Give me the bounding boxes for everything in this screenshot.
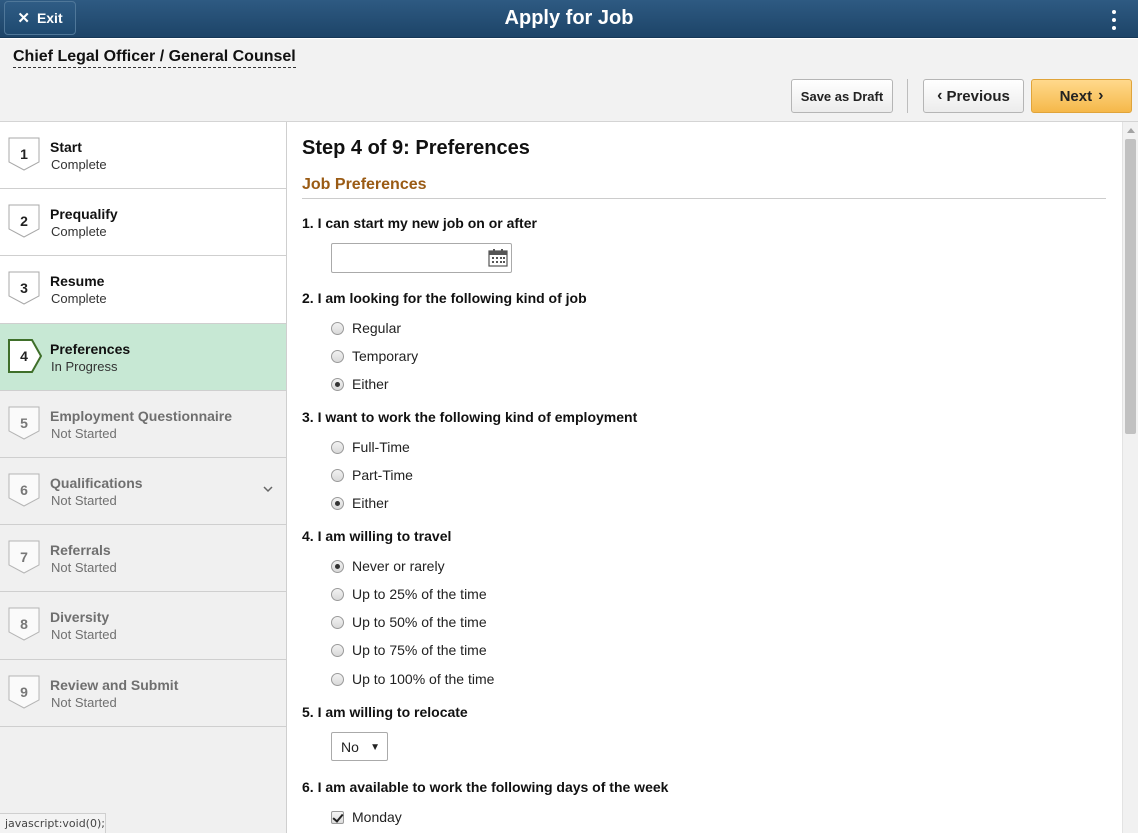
radio-option-25[interactable]: Up to 25% of the time <box>331 584 487 604</box>
radio-option-never[interactable]: Never or rarely <box>331 556 445 576</box>
chevron-left-icon: ‹ <box>937 87 943 104</box>
step-status: Not Started <box>51 627 117 643</box>
step-status: In Progress <box>51 358 118 374</box>
radio-option-temporary[interactable]: Temporary <box>331 346 418 366</box>
step-number-badge: 6 <box>8 473 40 507</box>
step-title: Resume <box>50 273 105 290</box>
start-date-input[interactable] <box>331 243 512 273</box>
question-relocate: 5. I am willing to relocate <box>302 704 468 720</box>
vertical-scrollbar[interactable] <box>1122 122 1138 833</box>
step-title: Qualifications <box>50 474 143 491</box>
radio-option-regular[interactable]: Regular <box>331 318 401 338</box>
step-prequalify[interactable]: 2 Prequalify Complete <box>0 189 286 257</box>
radio-button[interactable] <box>331 643 344 657</box>
step-number-badge-current: 4 <box>8 338 42 373</box>
step-preferences[interactable]: 4 Preferences In Progress <box>0 323 286 391</box>
next-label: Next <box>1059 87 1093 105</box>
question-days-available: 6. I am available to work the following … <box>302 779 669 795</box>
radio-option-either[interactable]: Either <box>331 493 389 513</box>
dropdown-arrow-icon: ▼ <box>370 742 380 753</box>
step-employment-questionnaire[interactable]: 5 Employment Questionnaire Not Started <box>0 390 286 458</box>
question-travel: 4. I am willing to travel <box>302 528 452 544</box>
step-number-badge: 7 <box>8 540 40 574</box>
chevron-down-icon[interactable] <box>263 484 273 494</box>
radio-option-full-time[interactable]: Full-Time <box>331 437 410 457</box>
scroll-up-arrow-icon[interactable] <box>1127 128 1135 133</box>
radio-button[interactable] <box>331 587 344 601</box>
radio-button-selected[interactable] <box>331 559 344 573</box>
exit-label: Exit <box>36 10 63 26</box>
step-navigation: 1 Start Complete 2 Prequalify Complete 3… <box>0 122 287 833</box>
previous-label: Previous <box>946 87 1010 105</box>
step-number-badge: 1 <box>8 137 40 171</box>
step-start[interactable]: 1 Start Complete <box>0 122 286 190</box>
top-bar: ✕ Exit Apply for Job <box>0 0 1138 38</box>
checkbox-option-monday[interactable]: Monday <box>331 807 402 827</box>
section-heading: Job Preferences <box>302 176 1106 199</box>
radio-button-selected[interactable] <box>331 377 344 391</box>
step-status: Complete <box>51 291 107 307</box>
step-number-badge: 5 <box>8 406 40 440</box>
previous-button[interactable]: ‹ Previous <box>923 79 1024 113</box>
radio-option-part-time[interactable]: Part-Time <box>331 465 413 485</box>
relocate-select[interactable]: No ▼ <box>331 732 388 761</box>
step-number-badge: 9 <box>8 675 40 709</box>
question-job-kind: 2. I am looking for the following kind o… <box>302 290 587 306</box>
scrollbar-thumb[interactable] <box>1125 139 1136 434</box>
next-button[interactable]: Next › <box>1031 79 1132 113</box>
step-title: Review and Submit <box>50 676 179 693</box>
calendar-icon[interactable] <box>488 249 508 267</box>
step-title: Start <box>50 139 82 155</box>
step-number-badge: 3 <box>8 271 40 305</box>
job-header: Chief Legal Officer / General Counsel Sa… <box>0 39 1138 122</box>
step-review-and-submit[interactable]: 9 Review and Submit Not Started <box>0 659 286 727</box>
step-heading: Step 4 of 9: Preferences <box>302 137 530 159</box>
step-qualifications[interactable]: 6 Qualifications Not Started <box>0 457 286 526</box>
step-status: Not Started <box>51 560 117 576</box>
step-resume[interactable]: 3 Resume Complete <box>0 256 286 324</box>
radio-button[interactable] <box>331 468 344 482</box>
step-number-badge: 8 <box>8 607 40 641</box>
browser-status-bar: javascript:void(0); <box>0 813 106 833</box>
radio-option-50[interactable]: Up to 50% of the time <box>331 612 487 632</box>
radio-button[interactable] <box>331 440 344 454</box>
step-title: Employment Questionnaire <box>50 407 233 424</box>
radio-option-either[interactable]: Either <box>331 374 389 394</box>
main-content: Step 4 of 9: Preferences Job Preferences… <box>288 122 1122 833</box>
radio-button-selected[interactable] <box>331 496 344 510</box>
question-start-date: 1. I can start my new job on or after <box>302 215 537 231</box>
step-status: Not Started <box>51 694 117 710</box>
step-diversity[interactable]: 8 Diversity Not Started <box>0 592 286 660</box>
step-referrals[interactable]: 7 Referrals Not Started <box>0 525 286 593</box>
more-actions-icon[interactable] <box>1104 7 1124 33</box>
radio-button[interactable] <box>331 672 344 686</box>
step-title: Referrals <box>50 542 111 559</box>
radio-option-100[interactable]: Up to 100% of the time <box>331 669 494 689</box>
step-status: Complete <box>51 157 107 172</box>
step-status: Complete <box>51 224 107 240</box>
chevron-right-icon: › <box>1098 87 1104 104</box>
radio-button[interactable] <box>331 321 344 335</box>
step-title: Preferences <box>50 340 131 357</box>
radio-button[interactable] <box>331 349 344 363</box>
step-status: Not Started <box>51 425 117 441</box>
step-status: Not Started <box>51 492 117 508</box>
radio-option-75[interactable]: Up to 75% of the time <box>331 640 487 660</box>
job-title-link[interactable]: Chief Legal Officer / General Counsel <box>13 48 296 68</box>
step-title: Diversity <box>50 609 110 626</box>
question-employment-kind: 3. I want to work the following kind of … <box>302 409 638 425</box>
save-as-draft-button[interactable]: Save as Draft <box>791 79 893 113</box>
page-title: Apply for Job <box>504 7 634 29</box>
close-icon: ✕ <box>17 10 30 27</box>
button-divider <box>907 79 908 113</box>
radio-button[interactable] <box>331 615 344 629</box>
step-title: Prequalify <box>50 206 118 223</box>
exit-button[interactable]: ✕ Exit <box>4 1 76 35</box>
checkbox-checked[interactable] <box>331 810 344 824</box>
step-number-badge: 2 <box>8 204 40 238</box>
